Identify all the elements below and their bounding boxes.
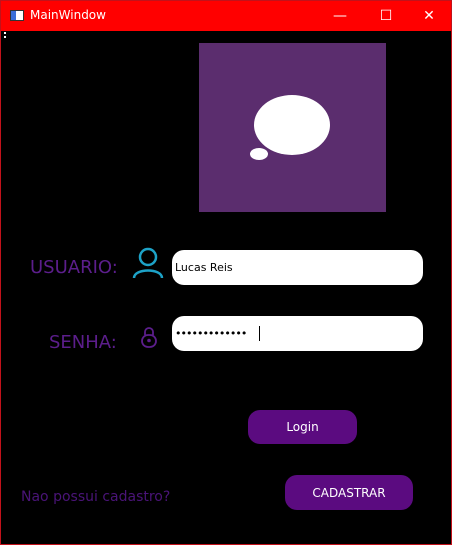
- title-bar[interactable]: MainWindow — ☐ ✕: [1, 1, 451, 31]
- window-title: MainWindow: [30, 8, 106, 22]
- signup-button[interactable]: CADASTRAR: [285, 475, 413, 510]
- app-icon: [10, 10, 24, 21]
- minimize-button[interactable]: —: [317, 1, 363, 31]
- password-input[interactable]: [172, 316, 423, 351]
- close-button[interactable]: ✕: [406, 1, 452, 31]
- no-account-link[interactable]: Nao possui cadastro?: [21, 489, 170, 505]
- username-label: USUARIO:: [30, 257, 118, 278]
- login-button[interactable]: Login: [248, 410, 357, 444]
- maximize-button[interactable]: ☐: [363, 1, 409, 31]
- chat-bubble-icon: [250, 95, 330, 160]
- maximize-icon: ☐: [379, 8, 393, 24]
- lock-icon: [140, 326, 158, 348]
- close-icon: ✕: [423, 8, 435, 24]
- user-icon: [131, 247, 165, 279]
- toolbar-grip[interactable]: [4, 32, 8, 38]
- chat-bubble-logo: [199, 43, 386, 212]
- password-label: SENHA:: [49, 332, 117, 353]
- main-window: MainWindow — ☐ ✕ USUARIO: SENHA: Login N…: [0, 0, 452, 545]
- username-input[interactable]: [172, 250, 423, 285]
- minimize-icon: —: [333, 8, 347, 24]
- text-caret: [259, 326, 260, 341]
